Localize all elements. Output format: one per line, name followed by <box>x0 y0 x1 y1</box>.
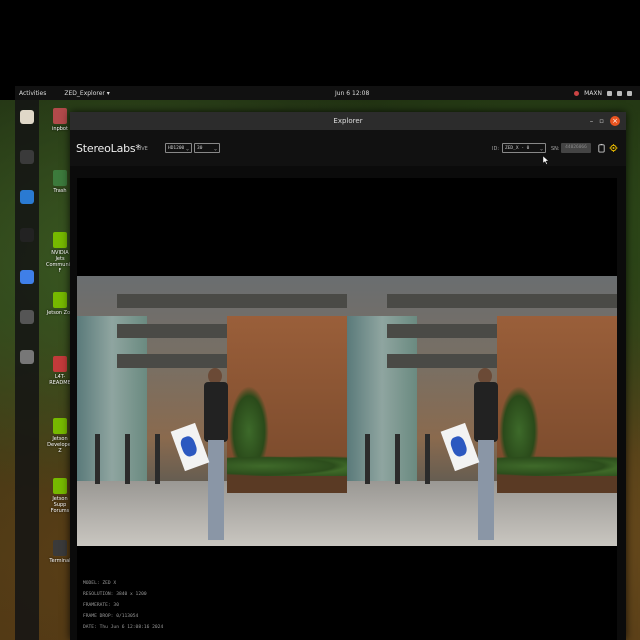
right-camera-view <box>347 276 617 546</box>
resolution-select[interactable]: HD1200 ⌄ <box>165 143 192 153</box>
desktop-icon-glyph <box>53 170 67 186</box>
network-icon <box>607 90 612 96</box>
serial-number-field: 44026066 <box>561 143 591 153</box>
info-framerate: FRAMERATE: 30 <box>83 603 119 608</box>
files-icon[interactable] <box>20 110 34 124</box>
desktop-icon-glyph <box>53 478 67 494</box>
info-date: DATE: Thu Jun 6 12:08:16 2024 <box>83 625 164 630</box>
system-tray[interactable]: MAXN <box>574 90 632 97</box>
chromium-icon[interactable] <box>20 270 34 284</box>
status-icon <box>574 90 580 96</box>
settings-gear-icon[interactable] <box>609 143 618 153</box>
desktop-icon-glyph <box>53 108 67 124</box>
desktop-icon-glyph <box>53 540 67 556</box>
maximize-button[interactable]: ▫ <box>599 115 604 127</box>
minimize-button[interactable]: – <box>590 115 594 127</box>
camera-select[interactable]: ZED_X - 0 ⌄ <box>502 143 546 153</box>
clock[interactable]: Jun 6 12:08 <box>335 90 369 97</box>
fps-select[interactable]: 30 ⌄ <box>194 143 220 153</box>
obs-icon[interactable] <box>20 228 34 242</box>
camera-info-panel: MODEL: ZED X RESOLUTION: 3840 x 1200 FRA… <box>83 578 163 633</box>
zed-explorer-icon[interactable] <box>20 310 34 324</box>
camera-id-value: ZED_X - 0 <box>505 146 530 151</box>
desktop-icon-glyph <box>53 356 67 372</box>
close-button[interactable]: × <box>610 116 620 126</box>
fps-value: 30 <box>197 146 203 151</box>
chevron-down-icon: ⌄ <box>539 146 543 152</box>
video-viewer[interactable]: MODEL: ZED X RESOLUTION: 3840 x 1200 FRA… <box>77 178 617 640</box>
terminal-icon[interactable] <box>20 150 34 164</box>
dock <box>15 100 39 640</box>
info-resolution: RESOLUTION: 3840 x 1200 <box>83 592 147 597</box>
sn-label: SN: <box>551 146 560 152</box>
explorer-window: Explorer – ▫ × StereoLabs* LIVE HD1200 ⌄… <box>70 112 626 640</box>
drive-icon[interactable] <box>20 350 34 364</box>
resolution-value: HD1200 <box>168 146 185 151</box>
chevron-down-icon: ⌄ <box>213 146 217 152</box>
battery-icon[interactable] <box>597 143 606 153</box>
left-camera-view <box>77 276 347 546</box>
desktop-icon-glyph <box>53 292 67 308</box>
power-mode[interactable]: MAXN <box>584 90 602 97</box>
id-label: ID: <box>492 146 500 152</box>
mouse-cursor-icon <box>543 156 549 165</box>
window-titlebar[interactable]: Explorer – ▫ × <box>70 112 626 130</box>
window-title: Explorer <box>333 117 363 125</box>
info-frame-drop: FRAME DROP: 0/113054 <box>83 614 139 619</box>
top-panel: Activities ZED_Explorer ▾ Jun 6 12:08 MA… <box>15 86 640 100</box>
desktop-icon-glyph <box>53 418 67 434</box>
volume-icon <box>617 90 622 96</box>
desktop-icon-glyph <box>53 232 67 248</box>
info-model: MODEL: ZED X <box>83 581 117 586</box>
power-icon <box>627 90 632 96</box>
vscode-icon[interactable] <box>20 190 34 204</box>
stereo-feed <box>77 276 617 546</box>
activities-button[interactable]: Activities <box>19 90 46 97</box>
chevron-down-icon: ⌄ <box>185 146 189 152</box>
brand-logo: StereoLabs* <box>76 142 141 155</box>
live-indicator: LIVE <box>137 146 148 152</box>
app-menu[interactable]: ZED_Explorer ▾ <box>64 90 109 97</box>
